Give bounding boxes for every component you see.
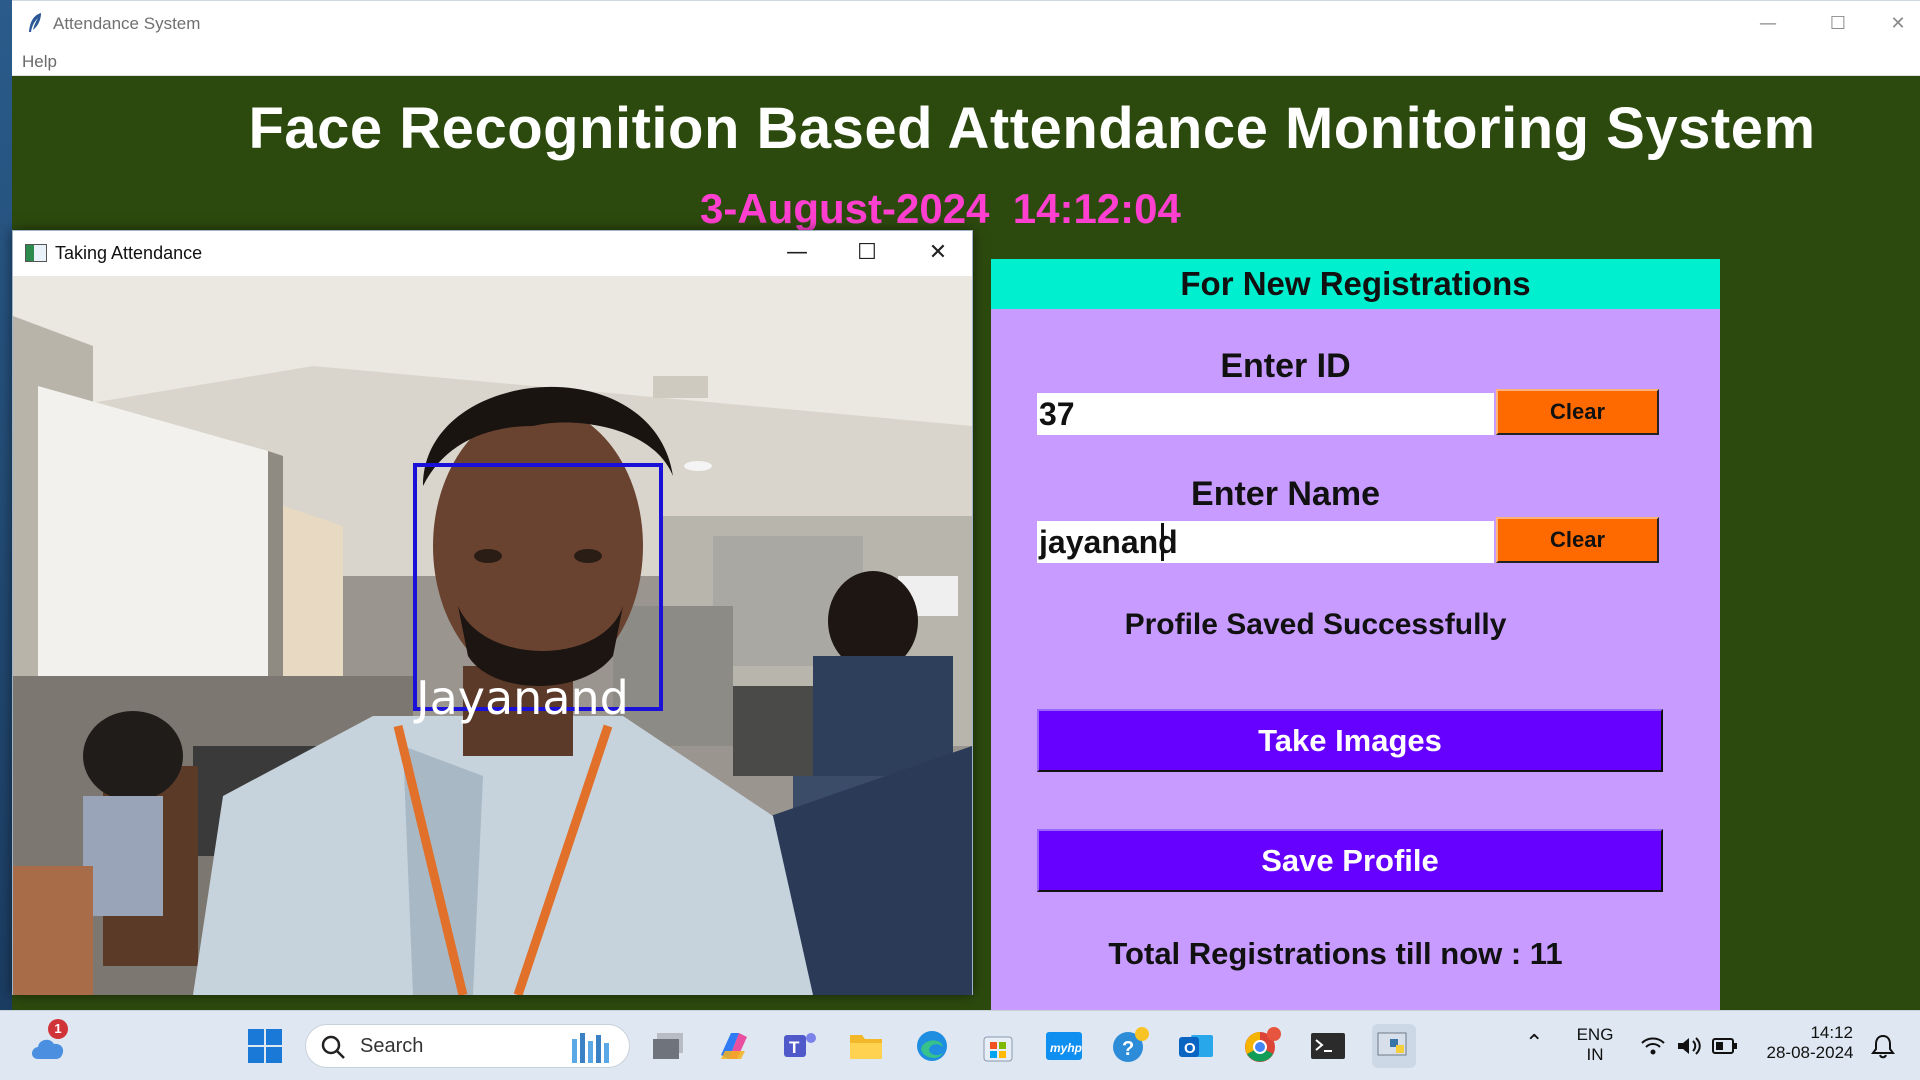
edge-icon[interactable] [910,1024,954,1068]
camera-maximize-button[interactable]: ☐ [845,237,889,269]
search-highlight-icon [572,1033,609,1063]
language-line2: IN [1586,1045,1604,1064]
windows-start-icon[interactable] [243,1024,287,1068]
window-title: Attendance System [53,14,201,33]
chrome-icon[interactable] [1240,1024,1284,1068]
close-button[interactable]: ✕ [1878,9,1918,39]
feather-icon [29,13,41,32]
registration-header: For New Registrations [991,259,1720,309]
total-registrations: Total Registrations till now : 11 [1108,936,1563,971]
id-input[interactable]: 37 [1037,393,1494,435]
volume-icon[interactable] [1676,1035,1702,1057]
language-indicator[interactable]: ENG IN [1575,1025,1615,1065]
status-message: Profile Saved Successfully [1124,608,1507,641]
taskbar: 1 Search T myhp ? O ⌃ ENG IN 14:12 28-08… [0,1010,1920,1080]
camera-window-title: Taking Attendance [55,243,203,263]
take-images-button[interactable]: Take Images [1037,709,1663,772]
clock[interactable]: 14:12 28-08-2024 [1755,1023,1865,1063]
clear-name-button[interactable]: Clear [1496,517,1659,563]
registration-panel: For New Registrations Enter ID 37 Clear … [991,259,1720,1010]
face-label: Jayanand [416,671,629,725]
svg-text:?: ? [1122,1038,1134,1060]
camera-titlebar[interactable]: Taking Attendance — ☐ ✕ [13,231,972,276]
teams-icon[interactable]: T [778,1024,822,1068]
date-time-display: 3-August-2024 14:12:04 [700,185,1181,232]
name-input[interactable]: jayanand [1037,521,1494,563]
clear-id-button[interactable]: Clear [1496,389,1659,435]
outlook-icon[interactable]: O [1174,1024,1218,1068]
minimize-button[interactable]: — [1748,9,1788,39]
camera-close-button[interactable]: ✕ [916,237,960,269]
taking-attendance-window: Taking Attendance — ☐ ✕ Jayanand [12,230,973,995]
svg-text:T: T [789,1038,800,1057]
menubar: Help [12,46,1920,76]
menu-help[interactable]: Help [22,52,57,72]
save-profile-button[interactable]: Save Profile [1037,829,1663,892]
wifi-icon[interactable] [1640,1035,1666,1057]
camera-minimize-button[interactable]: — [775,237,819,269]
get-help-icon[interactable]: ? [1108,1024,1152,1068]
taskbar-search[interactable]: Search [305,1024,630,1068]
battery-icon[interactable] [1712,1036,1738,1056]
weather-badge: 1 [48,1019,68,1039]
clock-time: 14:12 [1810,1023,1853,1042]
enter-id-label: Enter ID [1220,347,1351,385]
terminal-icon[interactable] [1306,1024,1350,1068]
app-icon [25,244,47,262]
svg-text:O: O [1184,1040,1196,1057]
python-icon[interactable] [1372,1024,1416,1068]
file-explorer-icon[interactable] [844,1024,888,1068]
task-view-icon[interactable] [646,1024,690,1068]
caret [1161,523,1164,561]
maximize-button[interactable]: ☐ [1818,9,1858,39]
svg-text:myhp: myhp [1050,1041,1082,1055]
page-title: Face Recognition Based Attendance Monito… [248,96,1816,161]
notification-bell-icon[interactable] [1870,1033,1896,1059]
myhp-icon[interactable]: myhp [1042,1024,1086,1068]
camera-feed: Jayanand [13,276,972,995]
enter-name-label: Enter Name [1191,475,1380,513]
store-icon[interactable] [976,1024,1020,1068]
search-placeholder: Search [360,1035,424,1057]
show-hidden-icons[interactable]: ⌃ [1525,1031,1543,1056]
clock-date: 28-08-2024 [1766,1043,1854,1062]
search-icon [321,1035,345,1059]
copilot-icon[interactable] [712,1024,756,1068]
language-line1: ENG [1576,1025,1614,1044]
window-titlebar[interactable]: Attendance System — ☐ ✕ [12,0,1920,46]
